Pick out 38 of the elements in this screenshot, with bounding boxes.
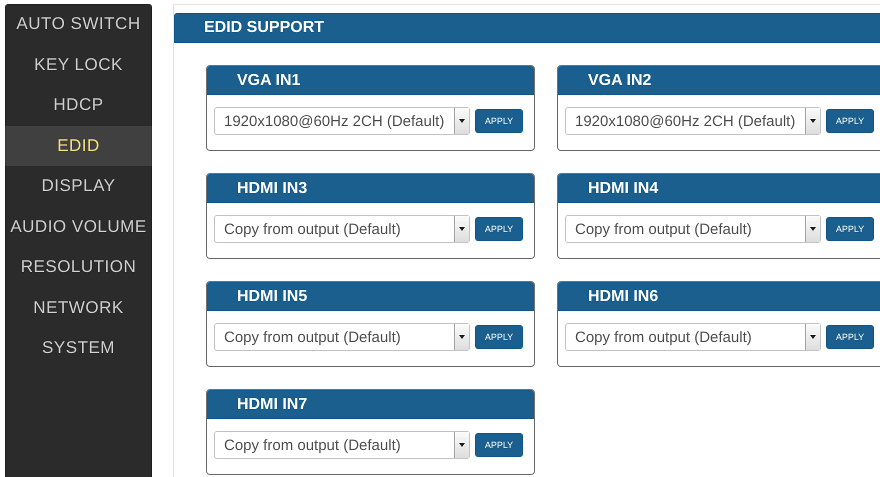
card-title: VGA IN2 xyxy=(558,66,880,95)
edid-dropdown[interactable]: Copy from output (Default) xyxy=(214,431,470,459)
dropdown-arrow-icon xyxy=(459,443,465,447)
apply-button[interactable]: APPLY xyxy=(475,217,523,241)
sidebar-item[interactable]: SYSTEM xyxy=(5,328,152,368)
edid-dropdown[interactable]: 1920x1080@60Hz 2CH (Default) xyxy=(214,107,470,135)
apply-button[interactable]: APPLY xyxy=(826,217,874,241)
apply-button[interactable]: APPLY xyxy=(826,109,874,133)
edid-dropdown[interactable]: Copy from output (Default) xyxy=(214,323,470,351)
edid-dropdown[interactable]: 1920x1080@60Hz 2CH (Default) xyxy=(565,107,821,135)
edid-dropdown[interactable]: Copy from output (Default) xyxy=(565,215,821,243)
dropdown-arrow-icon xyxy=(459,335,465,339)
edid-dropdown[interactable]: Copy from output (Default) xyxy=(565,323,821,351)
apply-button[interactable]: APPLY xyxy=(475,433,523,457)
sidebar-item[interactable]: DISPLAY xyxy=(5,166,152,206)
dropdown-arrow-icon xyxy=(810,335,816,339)
sidebar-item[interactable]: AUDIO VOLUME xyxy=(5,206,152,247)
section-title: EDID SUPPORT xyxy=(204,19,324,37)
sidebar-item[interactable]: HDCP xyxy=(5,85,152,126)
dropdown-arrow-icon xyxy=(459,119,465,123)
sidebar-item[interactable]: NETWORK xyxy=(5,288,152,328)
dropdown-arrow-icon xyxy=(810,227,816,231)
card-title: HDMI IN7 xyxy=(207,390,534,419)
sidebar-item[interactable]: AUTO SWITCH xyxy=(5,4,152,44)
card-title: HDMI IN4 xyxy=(558,174,880,203)
card-title: VGA IN1 xyxy=(207,66,534,95)
card-title: HDMI IN6 xyxy=(558,282,880,311)
dropdown-arrow-icon xyxy=(810,119,816,123)
sidebar-item[interactable]: KEY LOCK xyxy=(5,44,152,85)
card-title: HDMI IN3 xyxy=(207,174,534,203)
edid-dropdown[interactable]: Copy from output (Default) xyxy=(214,215,470,243)
card-title: HDMI IN5 xyxy=(207,282,534,311)
sidebar-item[interactable]: RESOLUTION xyxy=(5,247,152,288)
dropdown-arrow-icon xyxy=(459,227,465,231)
sidebar-item[interactable]: EDID xyxy=(5,126,152,166)
apply-button[interactable]: APPLY xyxy=(475,325,523,349)
apply-button[interactable]: APPLY xyxy=(826,325,874,349)
apply-button[interactable]: APPLY xyxy=(475,109,523,133)
